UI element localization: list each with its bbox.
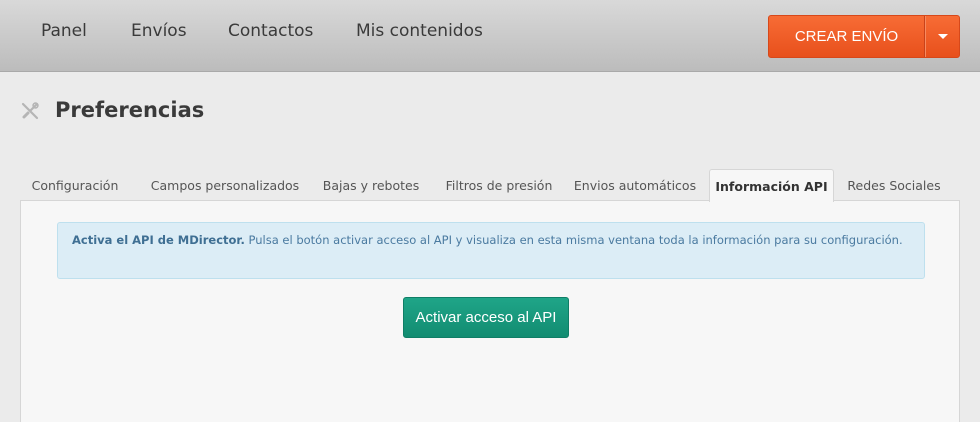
tab-envios-automaticos[interactable]: Envios automáticos (570, 169, 700, 201)
tab-campos-personalizados[interactable]: Campos personalizados (142, 169, 308, 201)
tab-redes-sociales[interactable]: Redes Sociales (840, 169, 948, 201)
tab-informacion-api[interactable]: Información API (709, 169, 834, 202)
create-envio-button-group: CREAR ENVÍO (768, 15, 960, 58)
info-alert: Activa el API de MDirector. Pulsa el bot… (57, 222, 925, 279)
tab-bajas-rebotes[interactable]: Bajas y rebotes (318, 169, 424, 201)
create-envio-dropdown-toggle[interactable] (925, 16, 959, 57)
tab-content-panel: Activa el API de MDirector. Pulsa el bot… (20, 200, 960, 422)
create-envio-button[interactable]: CREAR ENVÍO (769, 16, 925, 57)
nav-item-panel[interactable]: Panel (41, 21, 87, 41)
alert-message: Pulsa el botón activar acceso al API y v… (244, 233, 903, 247)
nav-item-contactos[interactable]: Contactos (228, 21, 313, 41)
tools-icon (21, 102, 39, 120)
tab-configuracion[interactable]: Configuración (20, 169, 130, 201)
page-title: Preferencias (55, 98, 205, 122)
tab-filtros-presion[interactable]: Filtros de presión (438, 169, 560, 201)
nav-item-envios[interactable]: Envíos (131, 21, 187, 41)
alert-heading: Activa el API de MDirector. (72, 233, 245, 247)
activate-api-button[interactable]: Activar acceso al API (403, 297, 569, 338)
nav-item-mis-contenidos[interactable]: Mis contenidos (356, 21, 483, 41)
top-navigation-bar: Panel Envíos Contactos Mis contenidos CR… (0, 0, 980, 72)
chevron-down-icon (937, 34, 948, 39)
